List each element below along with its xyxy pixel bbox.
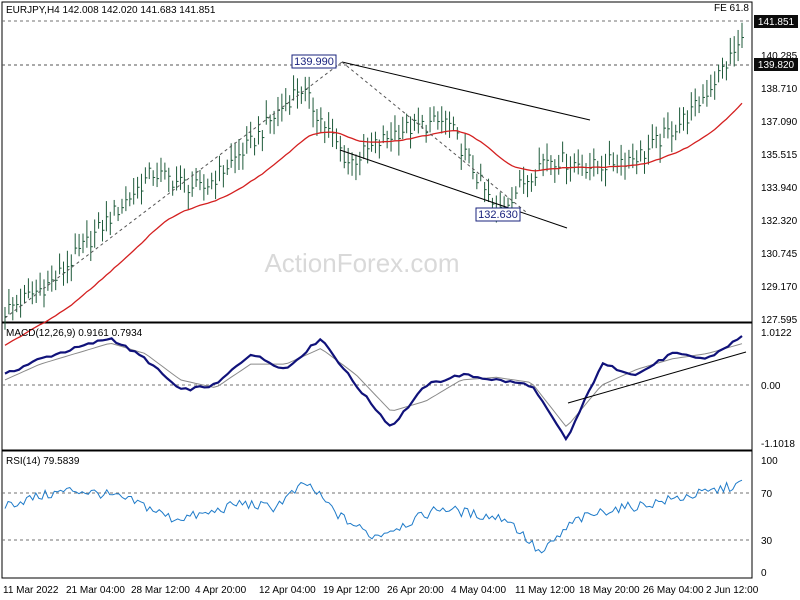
y-tick: 127.595 xyxy=(761,315,798,326)
current-price-text: 141.851 xyxy=(758,17,795,28)
symbol-header: EURJPY,H4 142.008 142.020 141.683 141.85… xyxy=(6,5,216,16)
level-price-text: 139.820 xyxy=(758,60,795,71)
y-tick: 133.940 xyxy=(761,183,798,194)
fib-label: FE 61.8 xyxy=(714,3,749,14)
macd-y-tick: 0.00 xyxy=(761,381,781,392)
chart-canvas[interactable]: ActionForex.com 139.990 132.630 EURJPY,H… xyxy=(0,0,800,600)
x-tick: 11 May 12:00 xyxy=(515,585,575,596)
x-tick: 4 Apr 20:00 xyxy=(195,585,247,596)
y-tick: 132.320 xyxy=(761,216,798,227)
macd-y-tick: 1.0122 xyxy=(761,328,792,339)
x-tick: 4 May 04:00 xyxy=(451,585,506,596)
rsi-panel[interactable] xyxy=(1,450,753,579)
low-label: 132.630 xyxy=(478,209,518,221)
x-tick: 19 Apr 12:00 xyxy=(323,585,380,596)
x-tick: 28 Mar 12:00 xyxy=(131,585,190,596)
rsi-y-tick: 30 xyxy=(761,536,773,547)
rsi-y-tick: 70 xyxy=(761,489,773,500)
high-label: 139.990 xyxy=(294,56,334,68)
y-tick: 135.515 xyxy=(761,150,798,161)
rsi-y-tick: 100 xyxy=(761,456,778,467)
x-tick: 11 Mar 2022 xyxy=(3,585,59,596)
rsi-y-tick: 0 xyxy=(761,568,767,579)
macd-title: MACD(12,26,9) 0.9161 0.7934 xyxy=(6,328,143,339)
y-tick: 137.090 xyxy=(761,117,798,128)
x-tick: 26 May 04:00 xyxy=(643,585,704,596)
x-tick: 18 May 20:00 xyxy=(579,585,640,596)
x-tick: 21 Mar 04:00 xyxy=(66,585,125,596)
y-tick: 130.745 xyxy=(761,249,798,260)
y-tick: 138.710 xyxy=(761,84,798,95)
macd-y-tick: -1.1018 xyxy=(761,439,795,450)
rsi-title: RSI(14) 79.5839 xyxy=(6,456,80,467)
watermark: ActionForex.com xyxy=(264,248,459,278)
x-tick: 2 Jun 12:00 xyxy=(706,585,759,596)
x-tick: 12 Apr 04:00 xyxy=(259,585,316,596)
y-tick: 129.170 xyxy=(761,282,798,293)
x-tick: 26 Apr 20:00 xyxy=(387,585,444,596)
